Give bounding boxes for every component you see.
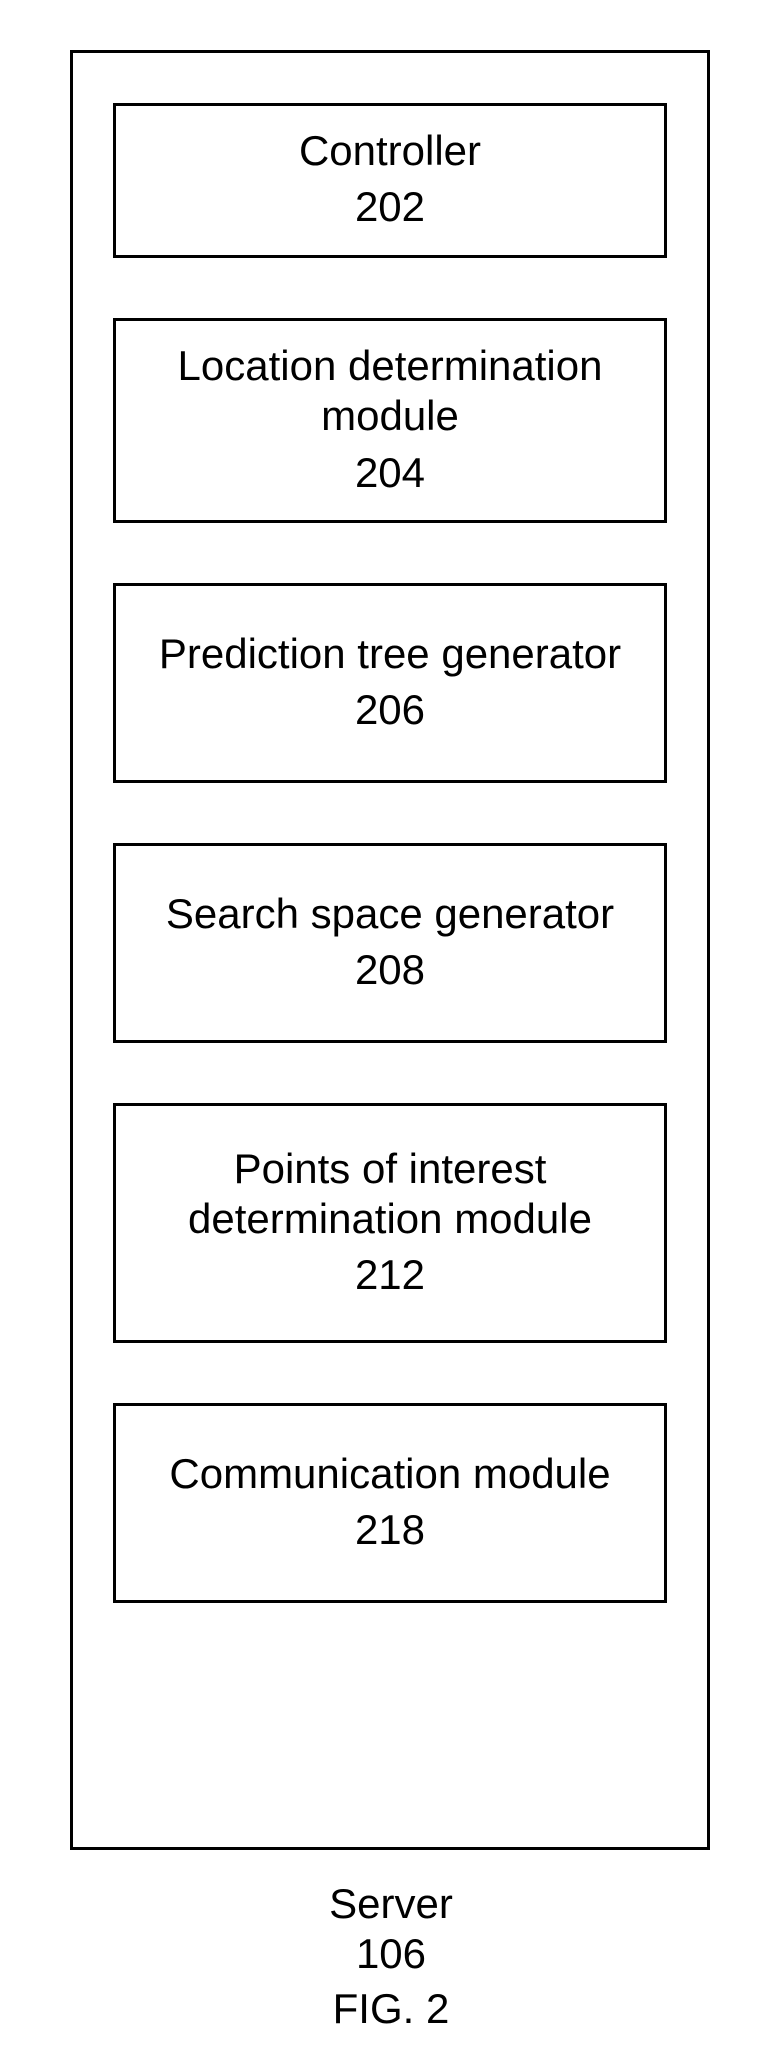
module-number: 212 (355, 1248, 425, 1303)
module-title: Controller (299, 126, 481, 176)
module-title: Location determination module (131, 341, 649, 442)
module-box-controller: Controller 202 (113, 103, 667, 258)
module-number: 206 (355, 683, 425, 738)
module-box-communication: Communication module 218 (113, 1403, 667, 1603)
module-box-location-determination: Location determination module 204 (113, 318, 667, 523)
module-number: 204 (355, 446, 425, 501)
server-outer-box: Controller 202 Location determination mo… (70, 50, 710, 1850)
module-title: Communication module (169, 1449, 610, 1499)
module-box-search-space-generator: Search space generator 208 (113, 843, 667, 1043)
module-number: 208 (355, 943, 425, 998)
module-number: 202 (355, 180, 425, 235)
module-title: Search space generator (166, 889, 614, 939)
module-box-points-of-interest: Points of interest determination module … (113, 1103, 667, 1343)
module-box-prediction-tree-generator: Prediction tree generator 206 (113, 583, 667, 783)
server-title: Server (0, 1880, 782, 1928)
module-number: 218 (355, 1503, 425, 1558)
module-title: Prediction tree generator (159, 629, 621, 679)
figure-label: FIG. 2 (0, 1985, 782, 2033)
server-number: 106 (0, 1930, 782, 1978)
module-title: Points of interest determination module (131, 1144, 649, 1245)
